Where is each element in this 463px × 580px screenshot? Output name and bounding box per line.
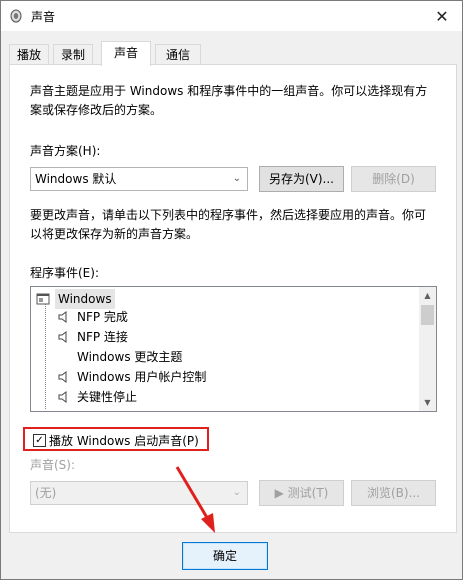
event-label: NFP 完成 <box>77 310 128 324</box>
speaker-icon <box>58 331 67 343</box>
startup-sound-checkbox[interactable]: ✓ <box>33 434 46 447</box>
close-icon: ✕ <box>435 6 449 26</box>
program-events-list[interactable]: Windows NFP 完成 NFP 连接 Windows 更改主题 Windo… <box>30 286 437 412</box>
speaker-icon <box>58 311 67 323</box>
event-label: Windows 更改主题 <box>77 350 183 364</box>
scheme-label: 声音方案(H): <box>30 144 101 158</box>
red-arrow-annotation <box>175 466 215 533</box>
tree-line <box>45 303 46 409</box>
startup-sound-label[interactable]: 播放 Windows 启动声音(P) <box>49 432 199 449</box>
scroll-thumb[interactable] <box>421 305 434 325</box>
events-scrollbar[interactable]: ▲ ▼ <box>419 287 436 411</box>
browse-button[interactable]: 浏览(B)... <box>351 480 436 506</box>
scroll-down-icon[interactable]: ▼ <box>419 394 436 411</box>
theme-description-line2: 案或保存修改后的方案。 <box>30 103 163 117</box>
sound-dialog: 声音 ✕ 播放 录制 声音 通信 声音主题是应用于 Windows 和程序事件中… <box>0 0 463 580</box>
sound-select-value: (无) <box>35 486 57 500</box>
event-label: Windows <box>55 289 115 309</box>
delete-button[interactable]: 删除(D) <box>351 166 436 192</box>
sound-label: 声音(S): <box>30 458 76 472</box>
speaker-icon <box>58 391 67 403</box>
theme-description-line1: 声音主题是应用于 Windows 和程序事件中的一组声音。你可以选择现有方 <box>30 84 428 98</box>
close-button[interactable]: ✕ <box>432 6 452 26</box>
tab-recording[interactable]: 录制 <box>53 44 93 65</box>
test-button[interactable]: ▶ 测试(T) <box>259 480 344 506</box>
title-bar: 声音 ✕ <box>1 1 462 31</box>
tab-sounds[interactable]: 声音 <box>101 41 151 66</box>
instruction-line1: 要更改声音，请单击以下列表中的程序事件，然后选择要应用的声音。你可 <box>30 208 427 222</box>
scroll-up-icon[interactable]: ▲ <box>419 287 436 304</box>
scheme-select-value: Windows 默认 <box>35 172 117 186</box>
events-label: 程序事件(E): <box>30 266 99 280</box>
event-label: NFP 连接 <box>77 330 128 344</box>
instruction-line2: 以将更改保存为新的声音方案。 <box>30 227 199 241</box>
speaker-app-icon <box>10 9 22 23</box>
ok-button[interactable]: 确定 <box>182 542 268 570</box>
tab-communications[interactable]: 通信 <box>155 44 201 65</box>
window-title: 声音 <box>31 10 56 24</box>
chevron-down-icon: ⌄ <box>232 487 241 498</box>
window-icon <box>36 293 50 305</box>
tab-playback[interactable]: 播放 <box>9 44 49 65</box>
event-label: Windows 用户帐户控制 <box>77 370 207 384</box>
startup-sound-highlight: ✓ 播放 Windows 启动声音(P) <box>23 427 209 451</box>
scheme-select[interactable]: Windows 默认 ⌄ <box>30 167 248 191</box>
chevron-down-icon: ⌄ <box>232 173 241 184</box>
speaker-icon <box>58 371 67 383</box>
event-label: 关键性停止 <box>77 390 138 404</box>
save-as-button[interactable]: 另存为(V)... <box>259 166 344 192</box>
